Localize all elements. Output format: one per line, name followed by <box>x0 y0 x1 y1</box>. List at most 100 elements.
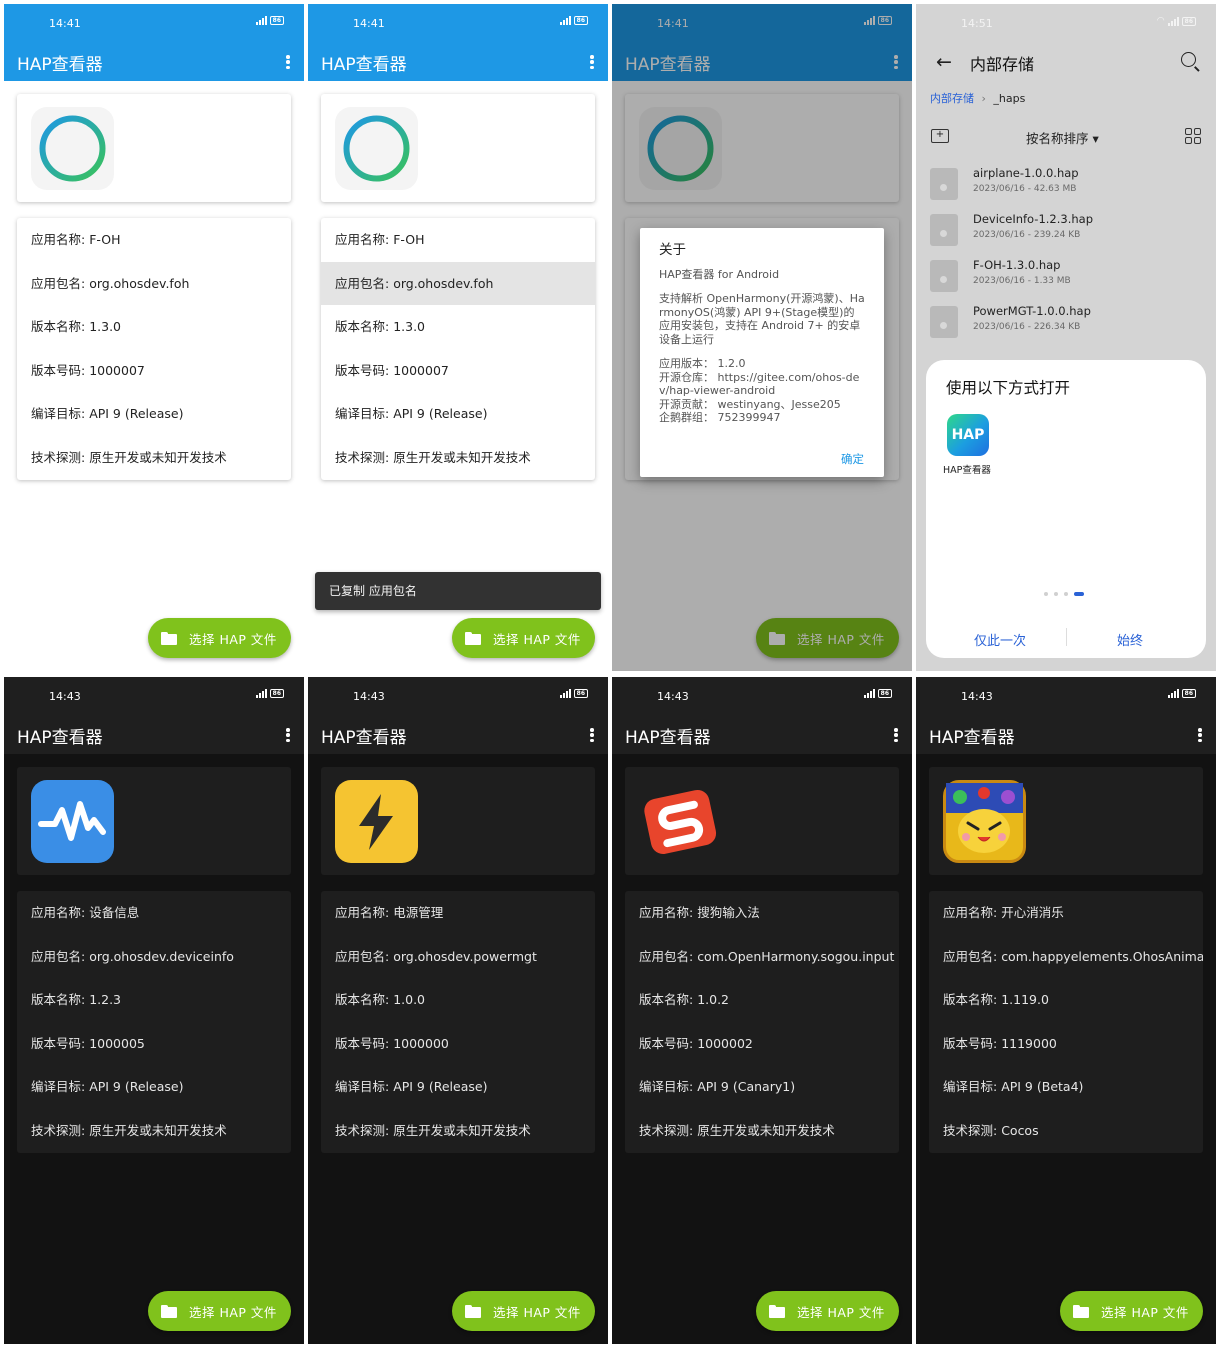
row-version-code[interactable]: 版本号码: 1000002 <box>625 1022 899 1066</box>
row-app-name[interactable]: 应用名称: 开心消消乐 <box>929 891 1203 935</box>
row-package[interactable]: 应用包名: org.ohosdev.foh <box>17 262 291 306</box>
battery-icon: 86 <box>573 16 588 25</box>
dialog-ok-button[interactable]: 确定 <box>841 452 864 467</box>
version-code-value: 1000005 <box>89 1035 145 1051</box>
row-app-name[interactable]: 应用名称: 设备信息 <box>17 891 291 935</box>
row-version-code[interactable]: 版本号码: 1000005 <box>17 1022 291 1066</box>
battery-icon: 86 <box>573 689 588 698</box>
row-tech[interactable]: 技术探测: 原生开发或未知开发技术 <box>17 436 291 480</box>
row-app-name[interactable]: 应用名称: F-OH <box>321 218 595 262</box>
dialog-repo[interactable]: 开源仓库： https://gitee.com/ohos-dev/hap-vie… <box>659 371 865 398</box>
row-version-code[interactable]: 版本号码: 1119000 <box>929 1022 1203 1066</box>
row-package[interactable]: 应用包名: org.ohosdev.powermgt <box>321 935 595 979</box>
row-version-code[interactable]: 版本号码: 1000000 <box>321 1022 595 1066</box>
overflow-menu-icon[interactable] <box>1198 728 1202 742</box>
file-meta: 2023/06/16 - 226.34 KB <box>973 322 1081 332</box>
row-tech[interactable]: 技术探测: 原生开发或未知开发技术 <box>321 1109 595 1153</box>
search-icon[interactable] <box>1181 52 1196 67</box>
folder-icon <box>161 631 177 645</box>
file-item[interactable]: DeviceInfo-1.2.3.hap 2023/06/16 - 239.24… <box>930 210 1210 250</box>
battery-icon: 86 <box>1181 16 1196 26</box>
row-version-code[interactable]: 版本号码: 1000007 <box>321 349 595 393</box>
target-value: API 9 (Canary1) <box>697 1079 796 1095</box>
open-with-sheet: 使用以下方式打开 HAP HAP查看器 仅此一次 始终 <box>926 360 1206 658</box>
signal-battery-icons: 86 <box>863 689 892 698</box>
back-arrow-icon[interactable]: ← <box>936 51 952 73</box>
row-tech[interactable]: 技术探测: 原生开发或未知开发技术 <box>17 1109 291 1153</box>
status-bar: 14:43 86 <box>308 677 608 715</box>
dialog-title: 关于 <box>659 242 686 258</box>
row-tech[interactable]: 技术探测: 原生开发或未知开发技术 <box>625 1109 899 1153</box>
hap-viewer-app-icon[interactable]: HAP <box>947 414 989 456</box>
screen-8: 14:43 86 HAP查看器 应用名称: 开心消消乐 应用包名: com.ha… <box>916 677 1216 1344</box>
row-version-name[interactable]: 版本名称: 1.3.0 <box>321 305 595 349</box>
row-target[interactable]: 编译目标: API 9 (Release) <box>321 392 595 436</box>
row-tech[interactable]: 技术探测: 原生开发或未知开发技术 <box>321 436 595 480</box>
row-target[interactable]: 编译目标: API 9 (Release) <box>321 1065 595 1109</box>
row-app-name[interactable]: 应用名称: F-OH <box>17 218 291 262</box>
row-app-name[interactable]: 应用名称: 电源管理 <box>321 891 595 935</box>
version-code-value: 1119000 <box>1001 1035 1057 1051</box>
status-bar: 14:43 86 <box>4 677 304 715</box>
row-version-name[interactable]: 版本名称: 1.0.0 <box>321 978 595 1022</box>
chevron-right-icon: › <box>981 92 986 105</box>
row-package[interactable]: 应用包名: com.happyelements.OhosAnimal <box>929 935 1203 979</box>
row-target[interactable]: 编译目标: API 9 (Canary1) <box>625 1065 899 1109</box>
status-time: 14:51 <box>961 17 993 30</box>
file-name: PowerMGT-1.0.0.hap <box>973 304 1091 318</box>
row-target[interactable]: 编译目标: API 9 (Release) <box>17 392 291 436</box>
select-hap-file-button[interactable]: 选择 HAP 文件 <box>148 618 291 658</box>
deviceinfo-app-icon <box>31 780 114 863</box>
select-hap-file-button[interactable]: 选择 HAP 文件 <box>1060 1291 1203 1331</box>
sort-dropdown[interactable]: 按名称排序 ▾ <box>1026 128 1099 147</box>
page-indicator <box>1044 592 1084 596</box>
file-icon <box>930 168 958 200</box>
file-item[interactable]: airplane-1.0.0.hap 2023/06/16 - 42.63 MB <box>930 164 1210 204</box>
just-once-button[interactable]: 仅此一次 <box>974 630 1026 649</box>
row-version-name[interactable]: 版本名称: 1.2.3 <box>17 978 291 1022</box>
row-package[interactable]: 应用包名: org.ohosdev.deviceinfo <box>17 935 291 979</box>
app-title: HAP查看器 <box>17 55 103 75</box>
version-name-value: 1.0.0 <box>393 992 425 1008</box>
file-icon <box>930 214 958 246</box>
select-hap-file-button[interactable]: 选择 HAP 文件 <box>452 618 595 658</box>
select-hap-file-button[interactable]: 选择 HAP 文件 <box>452 1291 595 1331</box>
select-hap-file-button[interactable]: 选择 HAP 文件 <box>756 1291 899 1331</box>
file-item[interactable]: PowerMGT-1.0.0.hap 2023/06/16 - 226.34 K… <box>930 302 1210 342</box>
status-time: 14:41 <box>353 17 385 30</box>
overflow-menu-icon[interactable] <box>590 55 594 69</box>
row-version-name[interactable]: 版本名称: 1.119.0 <box>929 978 1203 1022</box>
breadcrumb-root[interactable]: 内部存储 <box>930 92 974 105</box>
screen-7: 14:43 86 HAP查看器 应用名称: 搜狗输入法 应用包名: com.Op… <box>612 677 912 1344</box>
row-tech[interactable]: 技术探测: Cocos <box>929 1109 1203 1153</box>
app-icon-card <box>929 767 1203 875</box>
new-folder-icon[interactable]: + <box>931 129 949 143</box>
package-value: org.ohosdev.deviceinfo <box>89 948 234 964</box>
row-version-code[interactable]: 版本号码: 1000007 <box>17 349 291 393</box>
app-icon-card <box>625 767 899 875</box>
always-button[interactable]: 始终 <box>1117 630 1143 649</box>
select-hap-file-button[interactable]: 选择 HAP 文件 <box>148 1291 291 1331</box>
target-value: API 9 (Release) <box>89 406 184 422</box>
status-bar: 14:41 86 <box>4 4 304 42</box>
row-version-name[interactable]: 版本名称: 1.0.2 <box>625 978 899 1022</box>
row-target[interactable]: 编译目标: API 9 (Release) <box>17 1065 291 1109</box>
row-app-name[interactable]: 应用名称: 搜狗输入法 <box>625 891 899 935</box>
overflow-menu-icon[interactable] <box>286 728 290 742</box>
row-package[interactable]: 应用包名: org.ohosdev.foh <box>321 261 595 306</box>
signal-battery-icons: 86 <box>255 689 284 698</box>
overflow-menu-icon[interactable] <box>590 728 594 742</box>
overflow-menu-icon[interactable] <box>894 728 898 742</box>
grid-view-icon[interactable] <box>1185 128 1201 144</box>
status-bar: 14:43 86 <box>612 677 912 715</box>
row-version-name[interactable]: 版本名称: 1.3.0 <box>17 305 291 349</box>
signal-icon <box>559 16 571 25</box>
status-bar: 14:43 86 <box>916 677 1216 715</box>
dialog-contributors: 开源贡献： westinyang、Jesse205 <box>659 397 841 411</box>
button-divider <box>1066 628 1067 646</box>
file-item[interactable]: F-OH-1.3.0.hap 2023/06/16 - 1.33 MB <box>930 256 1210 296</box>
overflow-menu-icon[interactable] <box>286 55 290 69</box>
row-target[interactable]: 编译目标: API 9 (Beta4) <box>929 1065 1203 1109</box>
row-package[interactable]: 应用包名: com.OpenHarmony.sogou.input <box>625 935 899 979</box>
dialog-description: 支持解析 OpenHarmony(开源鸿蒙)、HarmonyOS(鸿蒙) API… <box>659 292 865 346</box>
